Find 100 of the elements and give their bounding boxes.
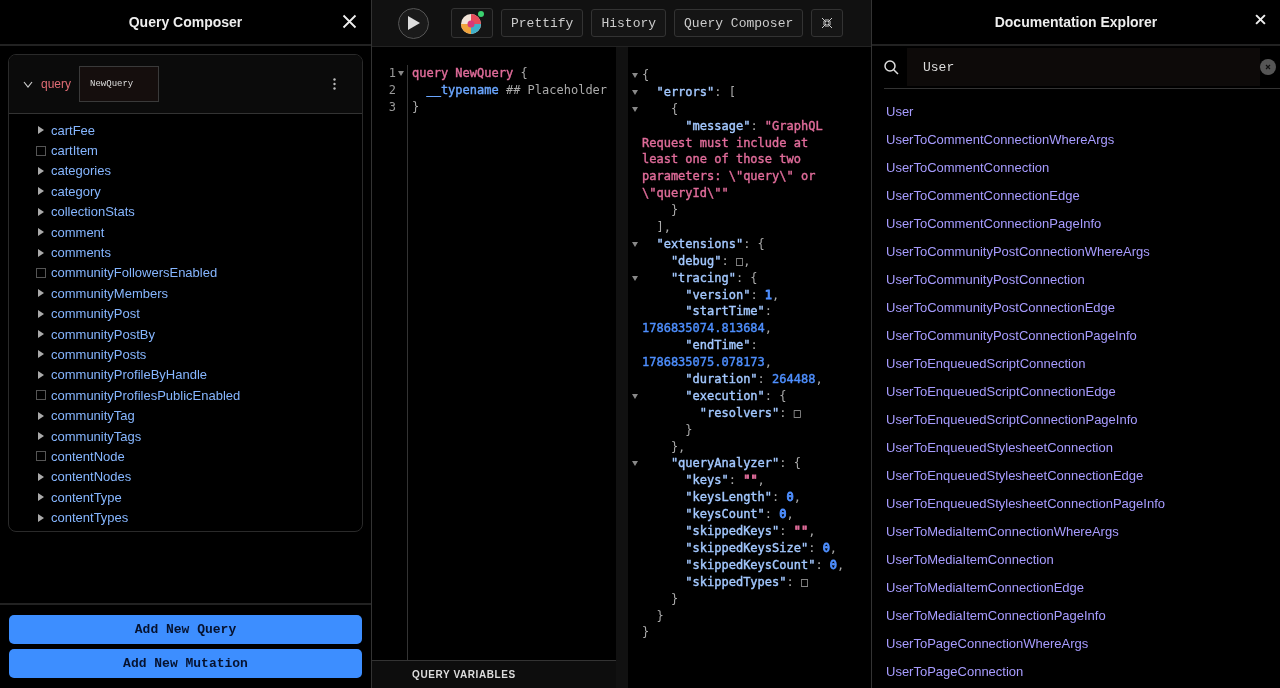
field-name[interactable]: contentType <box>51 489 122 505</box>
fold-arrow-icon[interactable] <box>632 106 638 112</box>
type-link[interactable]: UserToEnqueuedStylesheetConnectionEdge <box>886 461 1144 489</box>
add-button[interactable]: Add New Query <box>9 615 362 644</box>
field-name[interactable]: communityFollowersEnabled <box>51 265 218 281</box>
field-name[interactable]: communityTag <box>51 408 135 424</box>
expand-triangle-icon[interactable] <box>38 493 44 502</box>
toolbar-button[interactable]: Query Composer <box>674 9 804 37</box>
fold-arrow-icon[interactable] <box>632 72 638 78</box>
field-name[interactable]: communityPost <box>51 306 140 322</box>
more-options-button[interactable] <box>333 78 336 90</box>
expand-triangle-icon[interactable] <box>38 309 44 318</box>
type-link[interactable]: UserToEnqueuedStylesheetConnectionPageInfo <box>886 489 1165 517</box>
avatar-button[interactable] <box>451 8 493 38</box>
expand-triangle-icon[interactable] <box>38 432 44 441</box>
type-link[interactable]: UserToEnqueuedScriptConnection <box>886 349 1086 377</box>
field-name[interactable]: communityMembers <box>51 285 169 301</box>
expand-triangle-icon[interactable] <box>38 411 44 420</box>
type-link[interactable]: UserToCommentConnectionEdge <box>886 181 1080 209</box>
type-link[interactable]: User <box>886 97 914 125</box>
expand-triangle-icon[interactable] <box>38 350 44 359</box>
type-link[interactable]: UserToCommentConnectionPageInfo <box>886 209 1102 237</box>
fold-arrow-icon[interactable] <box>632 241 638 247</box>
expand-triangle-icon[interactable] <box>38 228 44 237</box>
collapse-chevron-icon[interactable] <box>23 80 33 88</box>
close-icon <box>1255 14 1266 25</box>
type-link[interactable]: UserToMediaItemConnectionWhereArgs <box>886 517 1119 545</box>
field-name[interactable]: categories <box>51 163 111 179</box>
close-button[interactable] <box>342 14 357 29</box>
field-name[interactable]: comments <box>51 245 111 261</box>
expand-triangle-icon[interactable] <box>38 187 44 196</box>
type-link[interactable]: UserToCommunityPostConnectionPageInfo <box>886 321 1137 349</box>
avatar-icon <box>459 10 485 36</box>
type-link[interactable]: UserToMediaItemConnectionPageInfo <box>886 601 1106 629</box>
collapse-arrows-icon <box>821 17 834 29</box>
type-link[interactable]: UserToMediaItemConnection <box>886 545 1054 573</box>
expand-triangle-icon[interactable] <box>38 513 44 522</box>
type-link[interactable]: UserToEnqueuedScriptConnectionPageInfo <box>886 405 1138 433</box>
checkbox[interactable] <box>36 390 46 401</box>
result-line: 1786835075.078173, <box>642 354 773 372</box>
collapse-button[interactable] <box>811 9 844 37</box>
field-name[interactable]: communityTags <box>51 428 142 444</box>
field-name[interactable]: communityProfileByHandle <box>51 367 208 383</box>
type-link[interactable]: UserToPageConnection <box>886 657 1024 685</box>
type-link[interactable]: UserToCommunityPostConnection <box>886 265 1085 293</box>
close-button[interactable] <box>1255 14 1266 25</box>
run-button[interactable] <box>398 7 429 39</box>
field-name[interactable]: communityPosts <box>51 347 147 362</box>
checkbox[interactable] <box>36 145 46 156</box>
fold-arrow-icon[interactable] <box>632 89 638 95</box>
field-name[interactable]: contentNodes <box>51 469 132 485</box>
result-line: } <box>655 607 664 625</box>
result-line: } <box>669 590 679 608</box>
expand-triangle-icon[interactable] <box>38 289 44 298</box>
checkbox[interactable] <box>36 451 46 462</box>
expand-triangle-icon[interactable] <box>38 330 44 339</box>
field-name[interactable]: comment <box>51 224 105 240</box>
add-button[interactable]: Add New Mutation <box>9 649 362 678</box>
result-line: "tracing": { <box>669 269 758 287</box>
toolbar-button[interactable]: History <box>591 9 667 37</box>
fold-arrow-icon[interactable] <box>398 70 404 76</box>
type-link[interactable]: UserToCommunityPostConnectionWhereArgs <box>886 237 1150 265</box>
panel-title: Documentation Explorer <box>994 14 1158 30</box>
expand-triangle-icon[interactable] <box>38 370 44 379</box>
expand-triangle-icon[interactable] <box>38 166 44 175</box>
fold-arrow-icon[interactable] <box>632 393 638 399</box>
type-link[interactable]: UserToPageConnectionWhereArgs <box>886 629 1089 657</box>
toolbar-button[interactable]: Prettify <box>501 9 584 37</box>
type-link[interactable]: UserToCommunityPostConnectionEdge <box>886 293 1116 321</box>
fold-arrow-icon[interactable] <box>632 461 638 467</box>
field-name[interactable]: contentNode <box>51 448 125 464</box>
result-line: "debug": □, <box>669 252 751 270</box>
line-number: 2 <box>388 83 396 98</box>
field-name[interactable]: cartItem <box>51 143 98 159</box>
result-line: parameters: \"query\" or <box>642 168 816 186</box>
field-name[interactable]: cartFee <box>51 122 96 138</box>
expand-triangle-icon[interactable] <box>38 472 44 481</box>
type-link[interactable]: UserToEnqueuedScriptConnectionEdge <box>886 377 1116 405</box>
expand-triangle-icon[interactable] <box>38 126 44 135</box>
fold-arrow-icon[interactable] <box>632 275 638 281</box>
field-name[interactable]: collectionStats <box>51 204 135 220</box>
result-line: "message": "GraphQL <box>684 117 823 135</box>
type-link[interactable]: UserToMediaItemConnectionEdge <box>886 573 1084 601</box>
close-icon <box>342 14 357 29</box>
expand-triangle-icon[interactable] <box>38 207 44 216</box>
field-name[interactable]: contentTypes <box>51 510 129 526</box>
search-field[interactable]: User <box>907 48 1260 86</box>
result-line: "skippedTypes": □ <box>684 573 809 591</box>
type-link[interactable]: UserToCommentConnectionWhereArgs <box>886 125 1115 153</box>
operation-name-field[interactable]: NewQuery <box>79 66 160 102</box>
type-link[interactable]: UserToEnqueuedStylesheetConnection <box>886 433 1113 461</box>
type-link[interactable]: UserToCommentConnection <box>886 153 1050 181</box>
field-name[interactable]: category <box>51 183 101 199</box>
operation-type: query <box>41 77 72 91</box>
expand-triangle-icon[interactable] <box>38 248 44 257</box>
field-name[interactable]: communityPostBy <box>51 326 156 342</box>
field-name[interactable]: communityProfilesPublicEnabled <box>51 387 241 403</box>
query-variables-label[interactable]: QUERY VARIABLES <box>412 669 516 680</box>
checkbox[interactable] <box>36 267 46 278</box>
clear-search-button[interactable] <box>1260 59 1276 75</box>
